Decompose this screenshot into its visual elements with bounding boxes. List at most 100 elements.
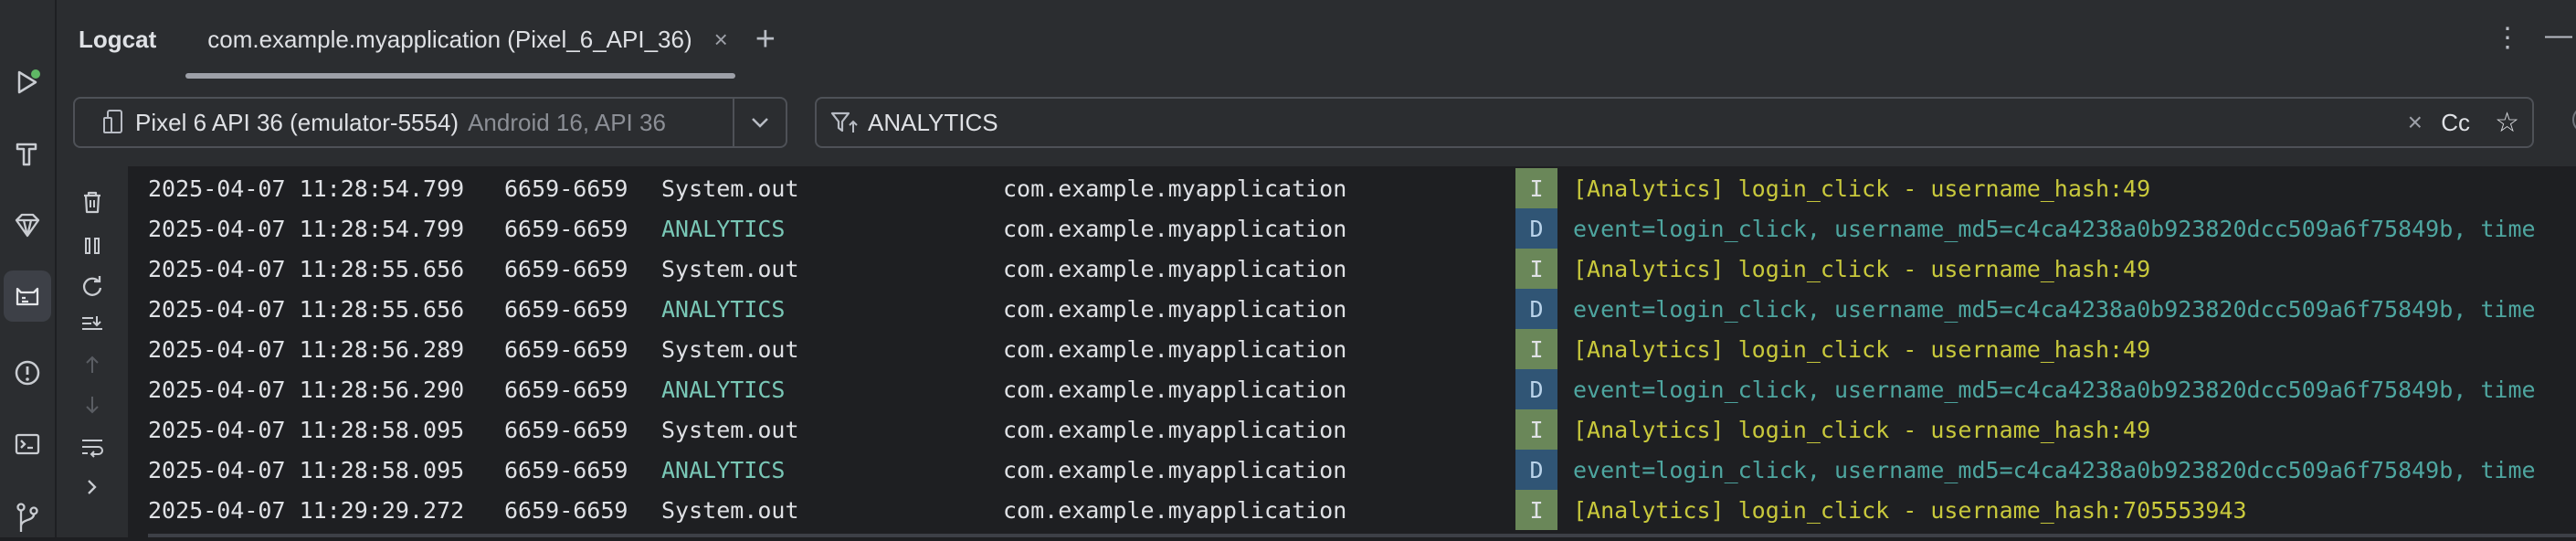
log-timestamp: 2025-04-07 11:28:54.799 bbox=[148, 175, 465, 202]
log-timestamp: 2025-04-07 11:28:55.656 bbox=[148, 295, 465, 323]
log-timestamp: 2025-04-07 11:28:55.656 bbox=[148, 255, 465, 282]
more-options-icon[interactable]: ⋮ bbox=[2494, 22, 2521, 54]
log-level-badge: D bbox=[1515, 450, 1557, 490]
log-level-badge: D bbox=[1515, 208, 1557, 249]
match-case-toggle[interactable]: Cc bbox=[2441, 109, 2470, 137]
logcat-toolbar: Pixel 6 API 36 (emulator-5554) Android 1… bbox=[57, 79, 2576, 166]
log-timestamp: 2025-04-07 11:28:54.799 bbox=[148, 215, 465, 242]
soft-wrap-icon[interactable] bbox=[71, 426, 113, 468]
filter-icon bbox=[830, 111, 858, 133]
tool-window-title: Logcat bbox=[79, 25, 157, 53]
restart-icon[interactable] bbox=[71, 265, 113, 307]
scroll-to-end-icon[interactable] bbox=[71, 303, 113, 345]
close-icon[interactable]: × bbox=[714, 26, 728, 54]
log-row[interactable]: 2025-04-07 11:28:56.289 6659-6659 System.o… bbox=[128, 329, 2576, 369]
help-icon[interactable]: ? bbox=[2572, 106, 2576, 133]
device-phone-icon bbox=[103, 110, 122, 133]
tab-logcat-session[interactable]: com.example.myapplication (Pixel_6_API_3… bbox=[185, 0, 735, 79]
filter-query: ANALYTICS bbox=[868, 108, 998, 136]
log-level-badge: D bbox=[1515, 369, 1557, 409]
log-process-id: 6659-6659 bbox=[504, 215, 628, 242]
previous-occurrence-icon[interactable] bbox=[71, 344, 113, 386]
chevron-down-icon[interactable] bbox=[733, 99, 786, 146]
log-level-badge: I bbox=[1515, 249, 1557, 289]
log-tag: System.out bbox=[661, 255, 799, 282]
log-timestamp: 2025-04-07 11:29:29.272 bbox=[148, 496, 465, 524]
log-row[interactable]: 2025-04-07 11:28:58.095 6659-6659 ANALYTIC… bbox=[128, 450, 2576, 490]
log-row[interactable]: 2025-04-07 11:28:54.799 6659-6659 ANALYTIC… bbox=[128, 208, 2576, 249]
terminal-icon[interactable] bbox=[0, 419, 55, 470]
log-message: [Analytics] login_click - username_hash:… bbox=[1573, 496, 2247, 524]
log-tag: System.out bbox=[661, 416, 799, 443]
log-tag: ANALYTICS bbox=[661, 376, 786, 403]
log-tag: System.out bbox=[661, 335, 799, 363]
log-tag: ANALYTICS bbox=[661, 295, 786, 323]
log-package-name: com.example.myapplication bbox=[1003, 416, 1347, 443]
device-name: Pixel 6 API 36 (emulator-5554) bbox=[135, 108, 459, 136]
log-package-name: com.example.myapplication bbox=[1003, 335, 1347, 363]
log-level-badge: D bbox=[1515, 289, 1557, 329]
log-timestamp: 2025-04-07 11:28:56.289 bbox=[148, 335, 465, 363]
log-tag: System.out bbox=[661, 496, 799, 524]
log-level-badge: I bbox=[1515, 490, 1557, 530]
log-process-id: 6659-6659 bbox=[504, 496, 628, 524]
log-message: event=login_click, username_md5=c4ca4238… bbox=[1573, 295, 2536, 323]
log-message: event=login_click, username_md5=c4ca4238… bbox=[1573, 376, 2536, 403]
log-process-id: 6659-6659 bbox=[504, 175, 628, 202]
log-output[interactable]: 2025-04-07 11:28:54.799 6659-6659 System.o… bbox=[128, 166, 2576, 537]
problems-icon[interactable] bbox=[0, 347, 55, 398]
logcat-header: Logcat com.example.myapplication (Pixel_… bbox=[57, 0, 2576, 79]
log-timestamp: 2025-04-07 11:28:58.095 bbox=[148, 456, 465, 483]
add-tab-icon[interactable]: + bbox=[755, 22, 776, 57]
chevron-right-icon[interactable] bbox=[71, 468, 113, 510]
run-icon[interactable] bbox=[0, 57, 55, 108]
log-message: [Analytics] login_click - username_hash:… bbox=[1573, 175, 2151, 202]
filter-input[interactable]: ANALYTICS × Cc ☆ bbox=[815, 97, 2534, 148]
log-row[interactable]: 2025-04-07 11:28:56.290 6659-6659 ANALYTIC… bbox=[128, 369, 2576, 409]
pause-icon[interactable] bbox=[71, 225, 113, 267]
log-level-badge: I bbox=[1515, 409, 1557, 450]
log-message: [Analytics] login_click - username_hash:… bbox=[1573, 416, 2151, 443]
log-package-name: com.example.myapplication bbox=[1003, 175, 1347, 202]
build-hammer-icon[interactable] bbox=[0, 128, 55, 179]
git-branch-icon[interactable] bbox=[0, 490, 55, 541]
log-package-name: com.example.myapplication bbox=[1003, 496, 1347, 524]
device-selector[interactable]: Pixel 6 API 36 (emulator-5554) Android 1… bbox=[73, 97, 787, 148]
horizontal-scrollbar[interactable] bbox=[148, 534, 2576, 537]
gem-icon[interactable] bbox=[0, 199, 55, 250]
log-timestamp: 2025-04-07 11:28:58.095 bbox=[148, 416, 465, 443]
log-message: event=login_click, username_md5=c4ca4238… bbox=[1573, 215, 2536, 242]
favorite-filter-icon[interactable]: ☆ bbox=[2495, 107, 2519, 139]
log-process-id: 6659-6659 bbox=[504, 255, 628, 282]
log-row[interactable]: 2025-04-07 11:28:54.799 6659-6659 System.o… bbox=[128, 168, 2576, 208]
log-timestamp: 2025-04-07 11:28:56.290 bbox=[148, 376, 465, 403]
logcat-actions bbox=[57, 166, 128, 537]
log-process-id: 6659-6659 bbox=[504, 416, 628, 443]
log-process-id: 6659-6659 bbox=[504, 376, 628, 403]
log-tag: ANALYTICS bbox=[661, 215, 786, 242]
log-row[interactable]: 2025-04-07 11:28:58.095 6659-6659 System.o… bbox=[128, 409, 2576, 450]
log-tag: ANALYTICS bbox=[661, 456, 786, 483]
log-row[interactable]: 2025-04-07 11:28:55.656 6659-6659 ANALYTIC… bbox=[128, 289, 2576, 329]
log-package-name: com.example.myapplication bbox=[1003, 215, 1347, 242]
log-tag: System.out bbox=[661, 175, 799, 202]
log-row[interactable]: 2025-04-07 11:29:29.272 6659-6659 System.o… bbox=[128, 490, 2576, 530]
log-package-name: com.example.myapplication bbox=[1003, 295, 1347, 323]
log-process-id: 6659-6659 bbox=[504, 295, 628, 323]
tool-window-strip bbox=[0, 0, 57, 537]
clear-logcat-icon[interactable] bbox=[71, 181, 113, 223]
log-row[interactable]: 2025-04-07 11:28:55.656 6659-6659 System.o… bbox=[128, 249, 2576, 289]
tab-bar: Logcat com.example.myapplication (Pixel_… bbox=[57, 0, 776, 79]
log-message: [Analytics] login_click - username_hash:… bbox=[1573, 335, 2151, 363]
tab-title: com.example.myapplication (Pixel_6_API_3… bbox=[207, 25, 692, 53]
minimize-icon[interactable]: — bbox=[2545, 20, 2572, 51]
log-package-name: com.example.myapplication bbox=[1003, 456, 1347, 483]
log-level-badge: I bbox=[1515, 168, 1557, 208]
next-occurrence-icon[interactable] bbox=[71, 384, 113, 426]
device-api-level: Android 16, API 36 bbox=[468, 108, 666, 136]
clear-filter-icon[interactable]: × bbox=[2408, 108, 2423, 137]
log-message: [Analytics] login_click - username_hash:… bbox=[1573, 255, 2151, 282]
logcat-cat-icon[interactable] bbox=[4, 270, 51, 322]
log-process-id: 6659-6659 bbox=[504, 335, 628, 363]
log-level-badge: I bbox=[1515, 329, 1557, 369]
